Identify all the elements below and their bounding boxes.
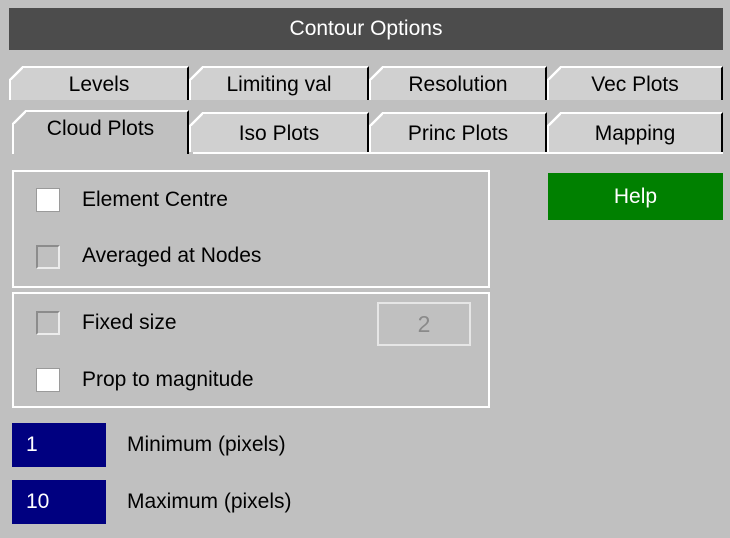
maximum-pixels-label: Maximum (pixels) xyxy=(127,490,292,513)
tab-iso-plots[interactable]: Iso Plots xyxy=(189,112,369,152)
tab-vec-plots[interactable]: Vec Plots xyxy=(547,66,723,100)
minimum-pixels-input[interactable]: 1 xyxy=(12,423,106,467)
tab-resolution[interactable]: Resolution xyxy=(369,66,547,100)
window-title: Contour Options xyxy=(9,8,723,50)
tab-limiting-val[interactable]: Limiting val xyxy=(189,66,369,100)
tab-mapping[interactable]: Mapping xyxy=(547,112,723,152)
tab-levels[interactable]: Levels xyxy=(9,66,189,100)
tab-cloud-plots[interactable]: Cloud Plots xyxy=(12,110,189,154)
fixed-size-input[interactable]: 2 xyxy=(377,302,471,346)
prop-to-magnitude-label: Prop to magnitude xyxy=(82,368,254,391)
tab-princ-plots[interactable]: Princ Plots xyxy=(369,112,547,152)
averaged-at-nodes-label: Averaged at Nodes xyxy=(82,244,262,267)
contour-options-panel: Contour Options Levels Limiting val Reso… xyxy=(0,0,730,538)
maximum-pixels-input[interactable]: 10 xyxy=(12,480,106,524)
element-centre-label: Element Centre xyxy=(82,188,228,211)
fixed-size-label: Fixed size xyxy=(82,311,177,334)
minimum-pixels-label: Minimum (pixels) xyxy=(127,433,286,456)
element-centre-checkbox[interactable] xyxy=(36,188,60,212)
fixed-size-checkbox[interactable] xyxy=(36,311,60,335)
tab-strip-baseline xyxy=(193,152,723,154)
help-button[interactable]: Help xyxy=(548,173,723,220)
position-group: Element Centre Averaged at Nodes xyxy=(12,170,490,288)
averaged-at-nodes-checkbox[interactable] xyxy=(36,245,60,269)
prop-to-magnitude-checkbox[interactable] xyxy=(36,368,60,392)
